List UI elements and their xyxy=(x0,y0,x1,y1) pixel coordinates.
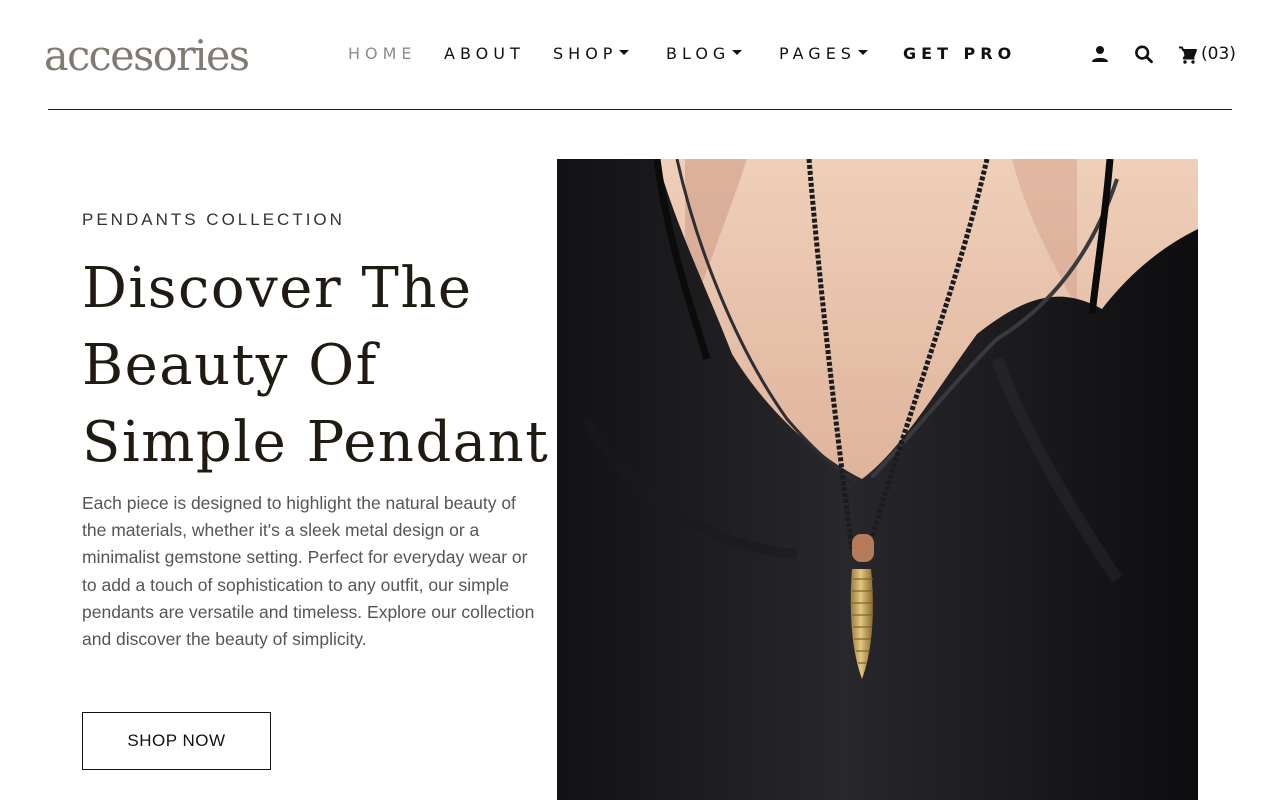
hero-eyebrow: PENDANTS COLLECTION xyxy=(82,210,345,229)
cart-count[interactable]: (03) xyxy=(1201,42,1236,66)
nav-item-home[interactable]: HOME xyxy=(348,42,417,66)
nav-item-blog-label: BLOG xyxy=(666,44,731,63)
nav-item-get-pro[interactable]: GET PRO xyxy=(903,42,1016,66)
hero-title-line: Beauty Of xyxy=(82,333,378,398)
nav-item-pages-label: PAGES xyxy=(779,44,856,63)
nav-item-shop-label: SHOP xyxy=(553,44,618,63)
shop-now-button[interactable]: SHOP NOW xyxy=(82,712,271,770)
nav-item-pages[interactable]: PAGES xyxy=(779,42,868,66)
hero-title-line: Discover The xyxy=(82,256,473,321)
cart-icon[interactable] xyxy=(1178,45,1198,65)
chevron-down-icon xyxy=(619,50,630,55)
hero-title: Discover The Beauty Of Simple Pendant xyxy=(82,250,552,481)
user-icon[interactable] xyxy=(1090,44,1110,64)
search-icon[interactable] xyxy=(1134,44,1154,64)
brand-logo[interactable]: accesories xyxy=(44,30,250,82)
nav-item-blog[interactable]: BLOG xyxy=(666,42,743,66)
chevron-down-icon xyxy=(857,50,868,55)
hero-description: Each piece is designed to highlight the … xyxy=(82,493,535,650)
header-divider xyxy=(48,109,1232,110)
hero-product-image xyxy=(557,159,1198,800)
nav-item-about[interactable]: ABOUT xyxy=(444,42,525,66)
hero-title-line: Simple Pendant xyxy=(82,410,550,475)
nav-item-shop[interactable]: SHOP xyxy=(553,42,630,66)
chevron-down-icon xyxy=(732,50,743,55)
